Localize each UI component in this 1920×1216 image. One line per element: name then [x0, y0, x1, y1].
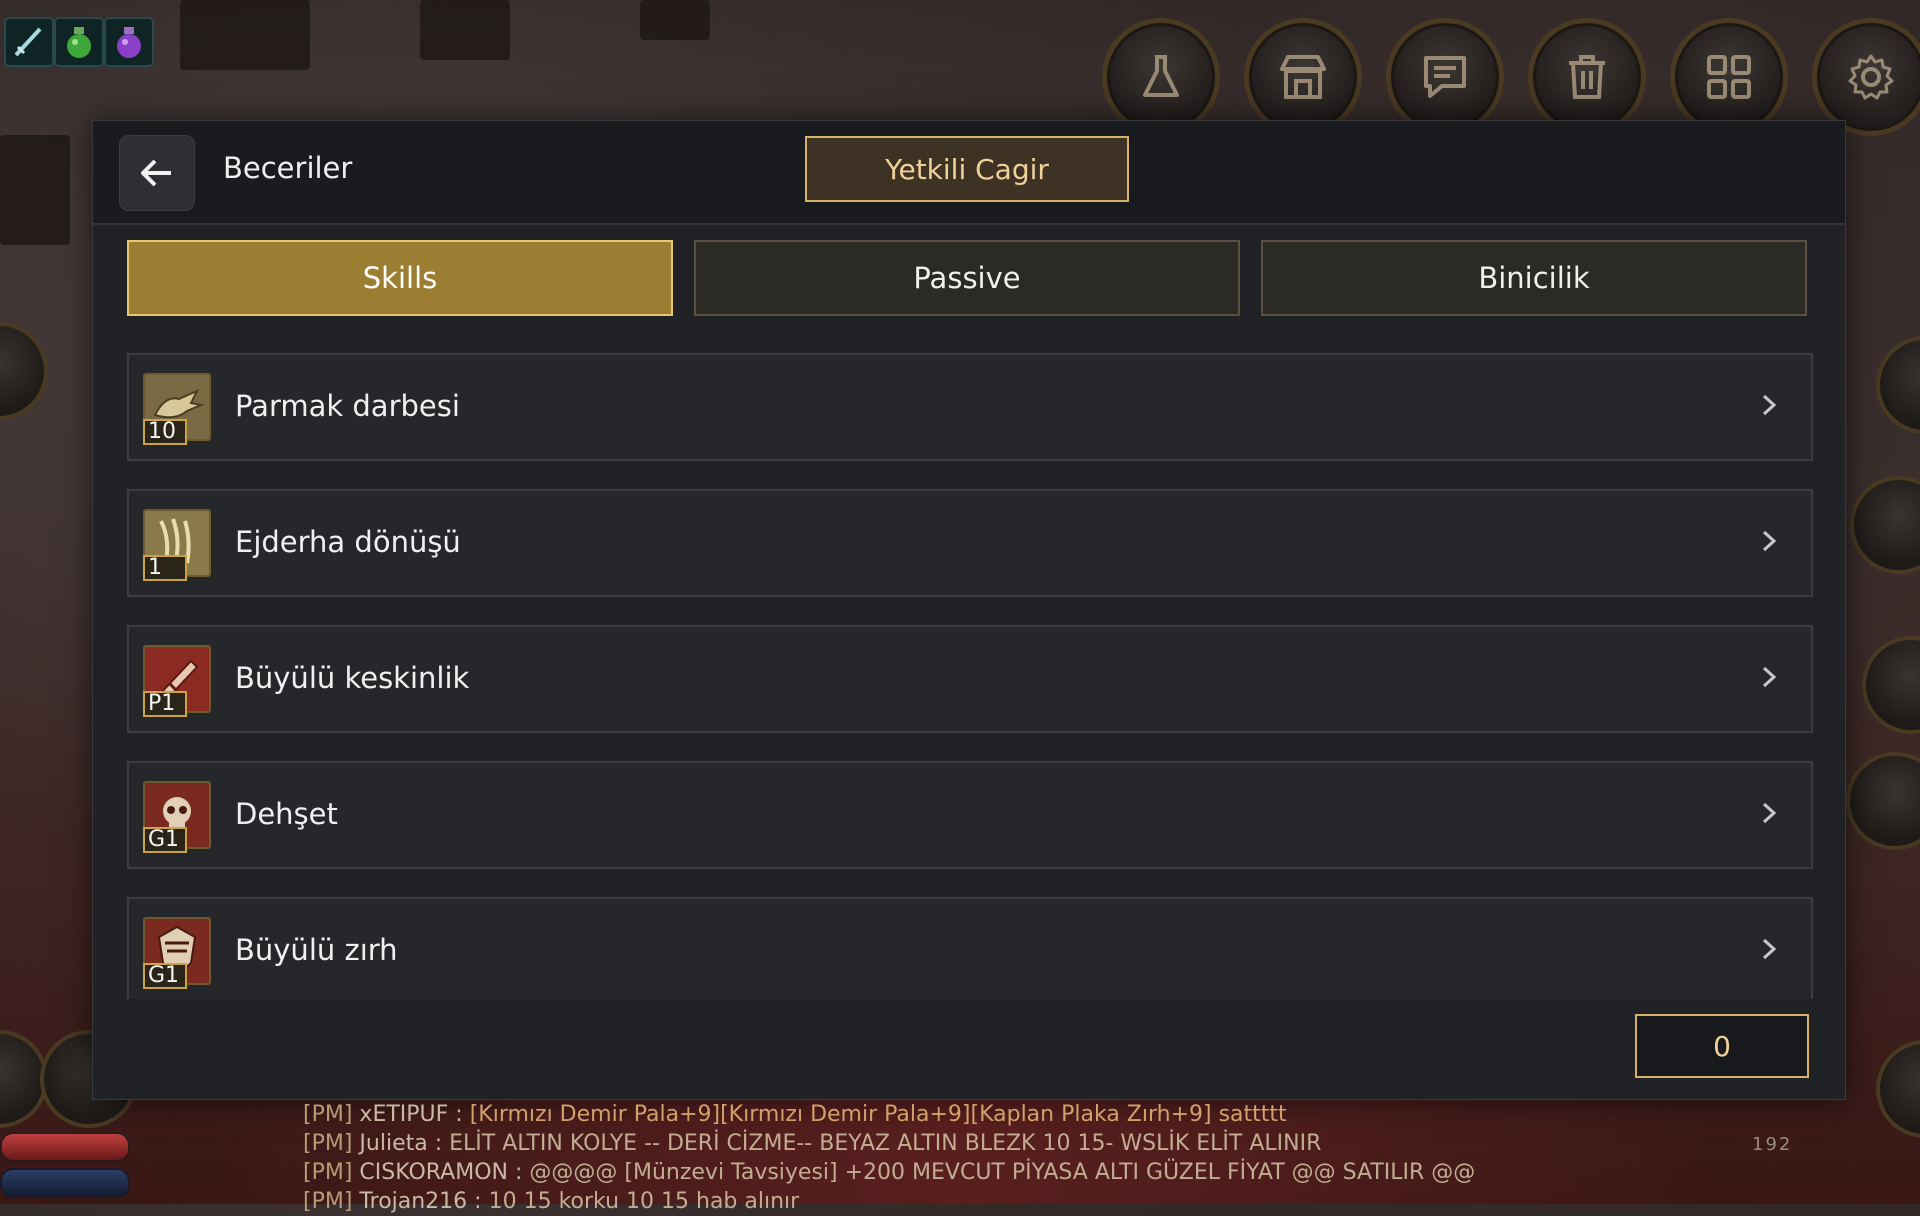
skill-name: Büyülü keskinlik [235, 661, 470, 695]
skill-row[interactable]: 1 Ejderha dönüşü [127, 489, 1813, 597]
flask-icon [1143, 55, 1179, 97]
skill-level-badge: G1 [143, 963, 187, 989]
panel-header: Beceriler Yetkili Cagir [93, 121, 1845, 225]
chevron-right-icon [1762, 938, 1777, 960]
background-scenery [640, 0, 710, 40]
skills-panel: Beceriler Yetkili Cagir Skills Passive B… [92, 120, 1846, 1100]
hud-readout: 192 [1752, 1134, 1793, 1155]
chat-log: [PM] xETIPUF : [Kırmızı Demir Pala+9][Kı… [303, 1100, 1475, 1216]
chat-line: [PM] Trojan216 : 10 15 korku 10 15 hab a… [303, 1189, 800, 1214]
menu-button[interactable] [1670, 18, 1788, 136]
quick-slot-sword[interactable] [4, 17, 54, 67]
chat-line: [PM] xETIPUF : [Kırmızı Demir Pala+9][Kı… [303, 1102, 1287, 1127]
chat-button[interactable] [1386, 18, 1504, 136]
tab-passive[interactable]: Passive [694, 240, 1240, 316]
skill-name: Büyülü zırh [235, 933, 398, 967]
settings-button[interactable] [1812, 18, 1920, 136]
tab-skills[interactable]: Skills [127, 240, 673, 316]
mp-bar [0, 1168, 130, 1198]
skill-level-badge: 1 [143, 555, 187, 581]
skill-name: Ejderha dönüşü [235, 525, 461, 559]
skill-row[interactable]: P1 Büyülü keskinlik [127, 625, 1813, 733]
purple-potion-icon [117, 27, 141, 58]
side-skill-button[interactable] [1876, 1040, 1920, 1138]
skill-list: 10 Parmak darbesi 1 Ejderha dönüşü P1 Bü… [127, 353, 1813, 999]
sword-icon [14, 27, 42, 57]
call-gm-button[interactable]: Yetkili Cagir [805, 136, 1129, 202]
chat-icon [1424, 56, 1466, 98]
hp-bar [0, 1132, 130, 1162]
quick-slot-purple-potion[interactable] [104, 17, 154, 67]
skill-row[interactable]: 10 Parmak darbesi [127, 353, 1813, 461]
quick-slot-green-potion[interactable] [54, 17, 104, 67]
chevron-right-icon [1762, 802, 1777, 824]
side-skill-button[interactable] [1850, 476, 1920, 574]
chevron-right-icon [1762, 394, 1777, 416]
skill-row[interactable]: G1 Dehşet [127, 761, 1813, 869]
page-title: Beceriler [223, 151, 353, 185]
side-skill-button[interactable] [1862, 636, 1920, 734]
side-skill-button[interactable] [1876, 336, 1920, 434]
background-scenery [0, 135, 70, 245]
grid-menu-icon [1707, 55, 1751, 99]
arrow-left-icon [141, 159, 171, 187]
skill-level-badge: 10 [143, 419, 187, 445]
shop-button[interactable] [1244, 18, 1362, 136]
green-potion-icon [67, 27, 91, 58]
skill-level-badge: G1 [143, 827, 187, 853]
tab-binicilik[interactable]: Binicilik [1261, 240, 1807, 316]
skill-points-counter: 0 [1635, 1014, 1809, 1078]
skill-name: Parmak darbesi [235, 389, 460, 423]
trash-button[interactable] [1528, 18, 1646, 136]
chevron-right-icon [1762, 530, 1777, 552]
skill-row[interactable]: G1 Büyülü zırh [127, 897, 1813, 999]
trash-icon [1569, 55, 1605, 99]
chat-line: [PM] Julieta : ELİT ALTIN KOLYE -- DERİ … [303, 1131, 1322, 1156]
back-button[interactable] [119, 135, 195, 211]
skill-name: Dehşet [235, 797, 338, 831]
chat-line: [PM] CISKORAMON : @@@@ [Münzevi Tavsiyes… [303, 1160, 1476, 1185]
background-scenery [180, 0, 310, 70]
gear-icon [1848, 54, 1894, 100]
chevron-right-icon [1762, 666, 1777, 688]
background-scenery [420, 0, 510, 60]
side-skill-button[interactable] [0, 322, 48, 420]
alchemy-button[interactable] [1102, 18, 1220, 136]
skill-level-badge: P1 [143, 691, 187, 717]
side-skill-button[interactable] [1846, 752, 1920, 850]
shop-icon [1280, 55, 1326, 99]
